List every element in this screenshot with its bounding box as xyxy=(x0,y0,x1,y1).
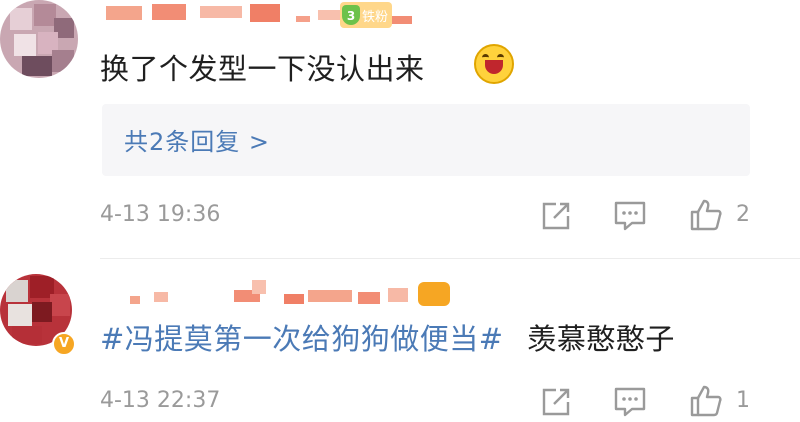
laughing-emoji-icon xyxy=(474,44,514,84)
comment-text: 换了个发型一下没认出来 xyxy=(100,52,425,86)
replies-box: 共2条回复 > xyxy=(102,104,750,176)
fan-label: 铁粉 xyxy=(362,10,389,25)
comment-icon[interactable] xyxy=(612,384,648,418)
fan-level: 3 xyxy=(342,5,360,25)
comment-item: V #冯提莫第一次给狗狗做便当# 羡慕憨憨子 4-13 22:37 1 xyxy=(0,262,800,422)
view-replies-link[interactable]: 共2条回复 > xyxy=(124,122,270,157)
like-count: 1 xyxy=(736,388,750,413)
comment-text-row: #冯提莫第一次给狗狗做便当# 羡慕憨憨子 xyxy=(100,316,675,358)
comment-meta: 4-13 19:36 2 xyxy=(100,198,760,234)
comment-icon[interactable] xyxy=(612,198,648,232)
timestamp: 4-13 22:37 xyxy=(100,388,221,413)
hashtag-link[interactable]: #冯提莫第一次给狗狗做便当# xyxy=(100,322,504,356)
comment-text: 羡慕憨憨子 xyxy=(527,322,675,356)
thumbs-up-icon[interactable] xyxy=(688,384,724,418)
avatar[interactable] xyxy=(0,0,78,78)
verified-badge: V xyxy=(52,332,76,356)
comment-meta: 4-13 22:37 1 xyxy=(100,384,760,420)
divider xyxy=(100,258,800,259)
comment-item: 3 铁粉 换了个发型一下没认出来 共2条回复 > 4-13 19:36 2 xyxy=(0,0,800,258)
like-count: 2 xyxy=(736,202,750,227)
username[interactable] xyxy=(100,280,460,310)
share-icon[interactable] xyxy=(538,384,574,418)
thumbs-up-icon[interactable] xyxy=(688,198,724,232)
share-icon[interactable] xyxy=(538,198,574,232)
timestamp: 4-13 19:36 xyxy=(100,202,221,227)
fan-badge[interactable]: 3 铁粉 xyxy=(340,2,392,28)
